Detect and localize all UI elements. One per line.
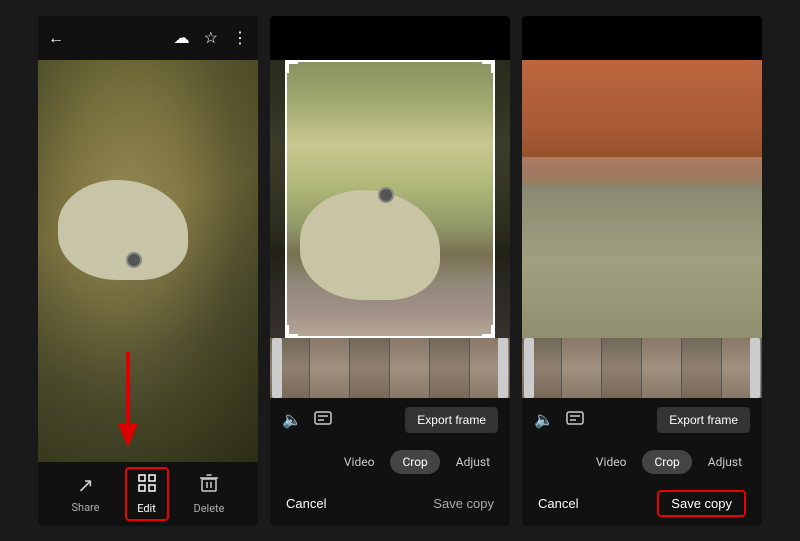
action-bar-3: Cancel Save copy xyxy=(522,482,762,526)
star-icon[interactable]: ☆ xyxy=(204,28,218,47)
crop-darken-right xyxy=(495,60,510,338)
photo-display-1 xyxy=(38,60,258,462)
cloud-icon[interactable]: ☁ xyxy=(174,28,190,47)
timeline-cell xyxy=(562,338,602,398)
delete-label: Delete xyxy=(194,502,225,515)
edit-icon xyxy=(137,473,157,498)
image-area-1 xyxy=(38,60,258,462)
rock-shape xyxy=(58,180,188,280)
timeline-cell xyxy=(430,338,470,398)
image-area-2 xyxy=(270,60,510,338)
bottom-toolbar-1: ↗ Share Edit xyxy=(38,462,258,526)
tab-bar-3: Video Crop Adjust xyxy=(522,442,762,482)
image-area-3 xyxy=(522,60,762,338)
top-bar-2 xyxy=(270,16,510,60)
action-bar-2: Cancel Save copy xyxy=(270,482,510,526)
edit-button[interactable]: Edit xyxy=(125,467,169,521)
tab-video-3[interactable]: Video xyxy=(584,450,639,474)
volume-icon-3[interactable]: 🔈 xyxy=(534,410,554,429)
share-button[interactable]: ↗ Share xyxy=(61,469,109,518)
more-icon[interactable]: ⋮ xyxy=(232,28,248,47)
timeline-strip-2[interactable] xyxy=(270,338,510,398)
save-copy-button-3[interactable]: Save copy xyxy=(657,490,746,517)
crop-darken-left xyxy=(270,60,285,338)
cancel-button-2[interactable]: Cancel xyxy=(286,496,326,511)
timeline-cell xyxy=(350,338,390,398)
timeline-handle-left-3[interactable] xyxy=(524,338,534,398)
caption-icon-2[interactable] xyxy=(314,410,332,429)
ground-area xyxy=(522,185,762,338)
timeline-handle-right[interactable] xyxy=(498,338,508,398)
save-copy-button-2[interactable]: Save copy xyxy=(433,496,494,511)
timeline-cell xyxy=(682,338,722,398)
share-label: Share xyxy=(71,501,99,514)
caption-icon-3[interactable] xyxy=(566,410,584,429)
panel-3: 🔈 Export frame Video Crop Adjust Cancel … xyxy=(522,16,762,526)
photo-display-2 xyxy=(270,60,510,338)
red-arrow-1 xyxy=(98,352,158,452)
tab-adjust-2[interactable]: Adjust xyxy=(444,450,502,474)
timeline-strip-3[interactable] xyxy=(522,338,762,398)
delete-button[interactable]: Delete xyxy=(184,469,235,519)
timeline-cell xyxy=(390,338,430,398)
photo-display-3 xyxy=(522,60,762,338)
back-icon[interactable]: ← xyxy=(48,28,64,48)
controls-bar-3: 🔈 Export frame xyxy=(522,398,762,442)
tab-bar-2: Video Crop Adjust xyxy=(270,442,510,482)
controls-bar-2: 🔈 Export frame xyxy=(270,398,510,442)
timeline-cell xyxy=(602,338,642,398)
delete-icon xyxy=(199,473,219,498)
timeline-handle-right-3[interactable] xyxy=(750,338,760,398)
tab-crop-2[interactable]: Crop xyxy=(390,450,439,474)
tab-crop-3[interactable]: Crop xyxy=(642,450,691,474)
timeline-cell xyxy=(310,338,350,398)
top-bar-3 xyxy=(522,16,762,60)
top-bar-1: ← ☁ ☆ ⋮ xyxy=(38,16,258,60)
volume-icon-2[interactable]: 🔈 xyxy=(282,410,302,429)
timeline-handle-left[interactable] xyxy=(272,338,282,398)
export-frame-button-3[interactable]: Export frame xyxy=(657,407,750,433)
edit-label: Edit xyxy=(137,502,156,515)
share-icon: ↗ xyxy=(77,473,94,497)
panel-2: 🔈 Export frame Video Crop Adjust Cancel … xyxy=(270,16,510,526)
logs-area xyxy=(522,60,762,157)
cancel-button-3[interactable]: Cancel xyxy=(538,496,578,511)
timeline-cell xyxy=(642,338,682,398)
tab-video-2[interactable]: Video xyxy=(332,450,387,474)
tab-adjust-3[interactable]: Adjust xyxy=(696,450,754,474)
export-frame-button-2[interactable]: Export frame xyxy=(405,407,498,433)
rock-shape-2 xyxy=(300,190,440,300)
panel-1: ← ☁ ☆ ⋮ ↗ Share xyxy=(38,16,258,526)
